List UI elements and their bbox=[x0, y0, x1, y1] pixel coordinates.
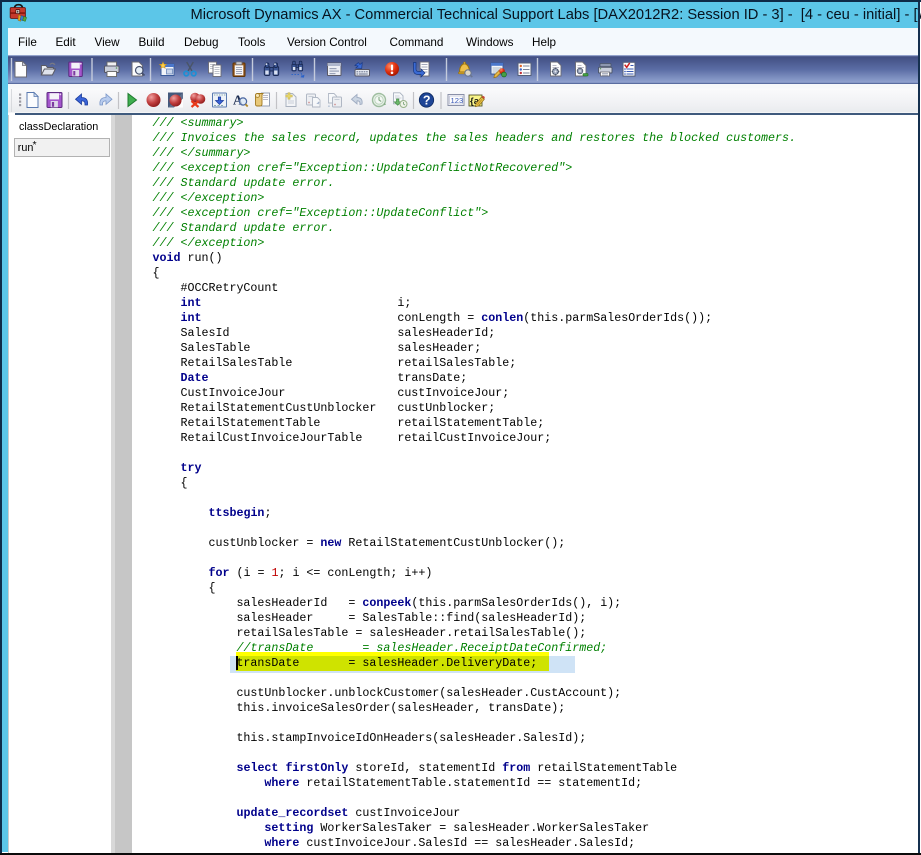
svg-text:123: 123 bbox=[450, 96, 463, 105]
svg-text:?: ? bbox=[422, 94, 430, 108]
